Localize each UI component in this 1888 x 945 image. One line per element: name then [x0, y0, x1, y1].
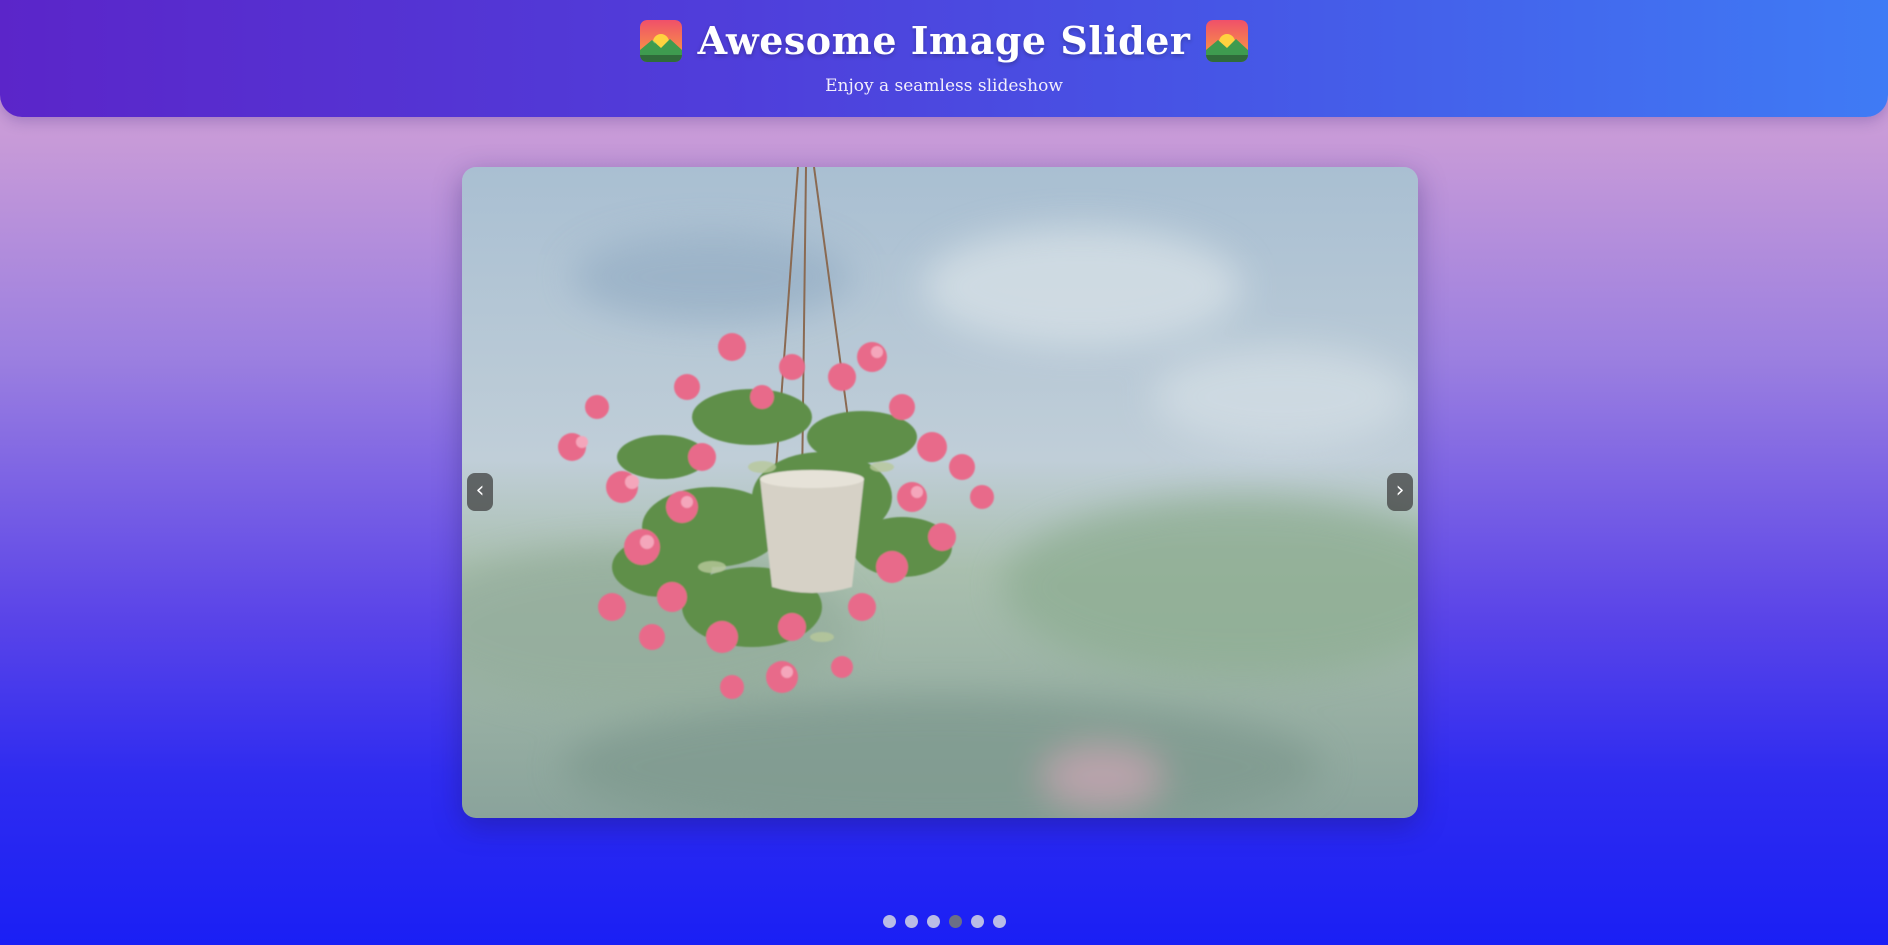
page-subtitle: Enjoy a seamless slideshow	[825, 76, 1063, 96]
next-button[interactable]: ›	[1387, 473, 1413, 511]
prev-button[interactable]: ‹	[467, 473, 493, 511]
title-row: Awesome Image Slider	[0, 18, 1888, 63]
slide-image	[462, 167, 1418, 818]
slide-dots	[0, 915, 1888, 928]
slide-dot-6[interactable]	[992, 915, 1006, 928]
page-header: Awesome Image Slider Enjoy a seamless sl…	[0, 0, 1888, 117]
sunrise-icon	[639, 19, 682, 62]
slide-dot-5[interactable]	[970, 915, 984, 928]
slide-dot-1[interactable]	[882, 915, 896, 928]
page-title: Awesome Image Slider	[697, 18, 1191, 63]
image-slider: ‹ ›	[462, 167, 1418, 818]
slide-dot-2[interactable]	[904, 915, 918, 928]
slide-dot-4[interactable]	[948, 915, 962, 928]
sunrise-icon	[1206, 19, 1249, 62]
slide-dot-3[interactable]	[926, 915, 940, 928]
